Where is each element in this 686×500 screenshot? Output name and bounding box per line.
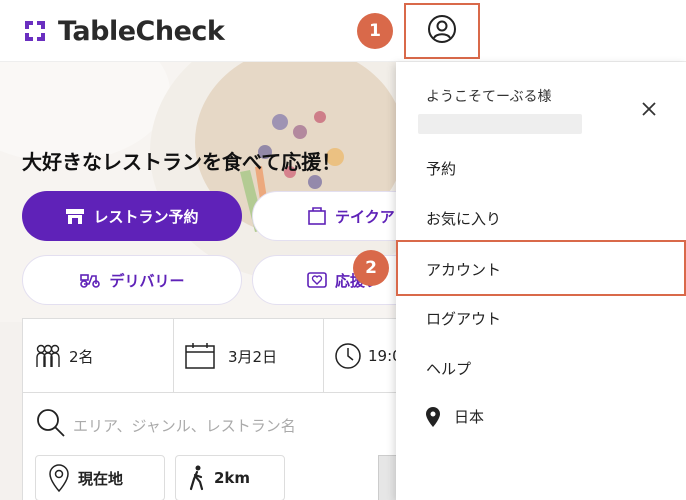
delivery-label: デリバリー (109, 271, 185, 290)
country-label: 日本 (454, 408, 485, 426)
takeout-button[interactable]: テイクアウ (252, 191, 396, 241)
clock-icon (334, 342, 362, 370)
restaurant-reserve-label: レストラン予約 (93, 207, 199, 226)
location-pin-icon (48, 463, 70, 493)
takeout-label: テイクアウ (335, 207, 396, 226)
tablecheck-logo-icon (22, 18, 48, 44)
distance-label: 2km (214, 469, 251, 487)
heart-card-icon (307, 271, 327, 289)
scooter-icon (79, 272, 101, 288)
date-value: 3月2日 (228, 347, 278, 366)
search-submit-button-edge[interactable] (378, 455, 396, 500)
user-circle-icon (427, 14, 457, 48)
search-placeholder: エリア、ジャンル、レストラン名 (73, 416, 296, 435)
search-panel: 2名 3月2日 19: エリア、ジャンル、レストラン名 現在地 2km (22, 318, 396, 500)
walking-icon (188, 465, 206, 491)
time-value: 19:0 (368, 347, 396, 365)
account-menu-button[interactable] (404, 3, 480, 59)
menu-item-favorites[interactable]: お気に入り (426, 208, 501, 229)
logo-text: TableCheck (58, 15, 225, 47)
guests-selector[interactable]: 2名 (23, 319, 173, 393)
account-dropdown-menu: ようこそてーぶる様 予約 お気に入り アカウント ログアウト ヘルプ 日本 (396, 62, 686, 500)
people-icon (33, 342, 63, 370)
tablecheck-logo[interactable]: TableCheck (22, 14, 225, 48)
date-selector[interactable]: 3月2日 (173, 319, 323, 393)
takeout-bag-icon (307, 207, 327, 225)
close-icon[interactable] (636, 96, 662, 122)
menu-item-logout[interactable]: ログアウト (426, 308, 501, 329)
calendar-icon (184, 342, 216, 370)
step-1-badge: 1 (357, 13, 393, 49)
menu-item-help[interactable]: ヘルプ (426, 358, 471, 379)
storefront-icon (65, 207, 85, 225)
redacted-email (418, 114, 582, 134)
restaurant-reserve-button[interactable]: レストラン予約 (22, 191, 242, 241)
menu-item-country[interactable]: 日本 (426, 406, 484, 427)
guests-value: 2名 (69, 347, 94, 366)
top-header: TableCheck 1 (0, 0, 686, 62)
menu-item-account[interactable]: アカウント (426, 259, 501, 280)
current-location-label: 現在地 (78, 469, 124, 488)
search-field[interactable]: エリア、ジャンル、レストラン名 (35, 405, 296, 445)
menu-item-reservations[interactable]: 予約 (426, 158, 456, 179)
search-criteria-row: 2名 3月2日 19: (23, 319, 396, 393)
current-location-chip[interactable]: 現在地 (35, 455, 165, 500)
distance-chip[interactable]: 2km (175, 455, 285, 500)
search-icon (35, 407, 67, 443)
hero-section: 大好きなレストランを食べて応援！ レストラン予約 テイクアウ (0, 62, 396, 500)
hero-title: 大好きなレストランを食べて応援！ (22, 150, 342, 174)
location-pin-icon (426, 406, 440, 427)
delivery-button[interactable]: デリバリー (22, 255, 242, 305)
greeting-text: ようこそてーぶる様 (426, 89, 552, 105)
time-selector[interactable]: 19:0 (323, 319, 396, 393)
step-2-badge: 2 (353, 250, 389, 286)
